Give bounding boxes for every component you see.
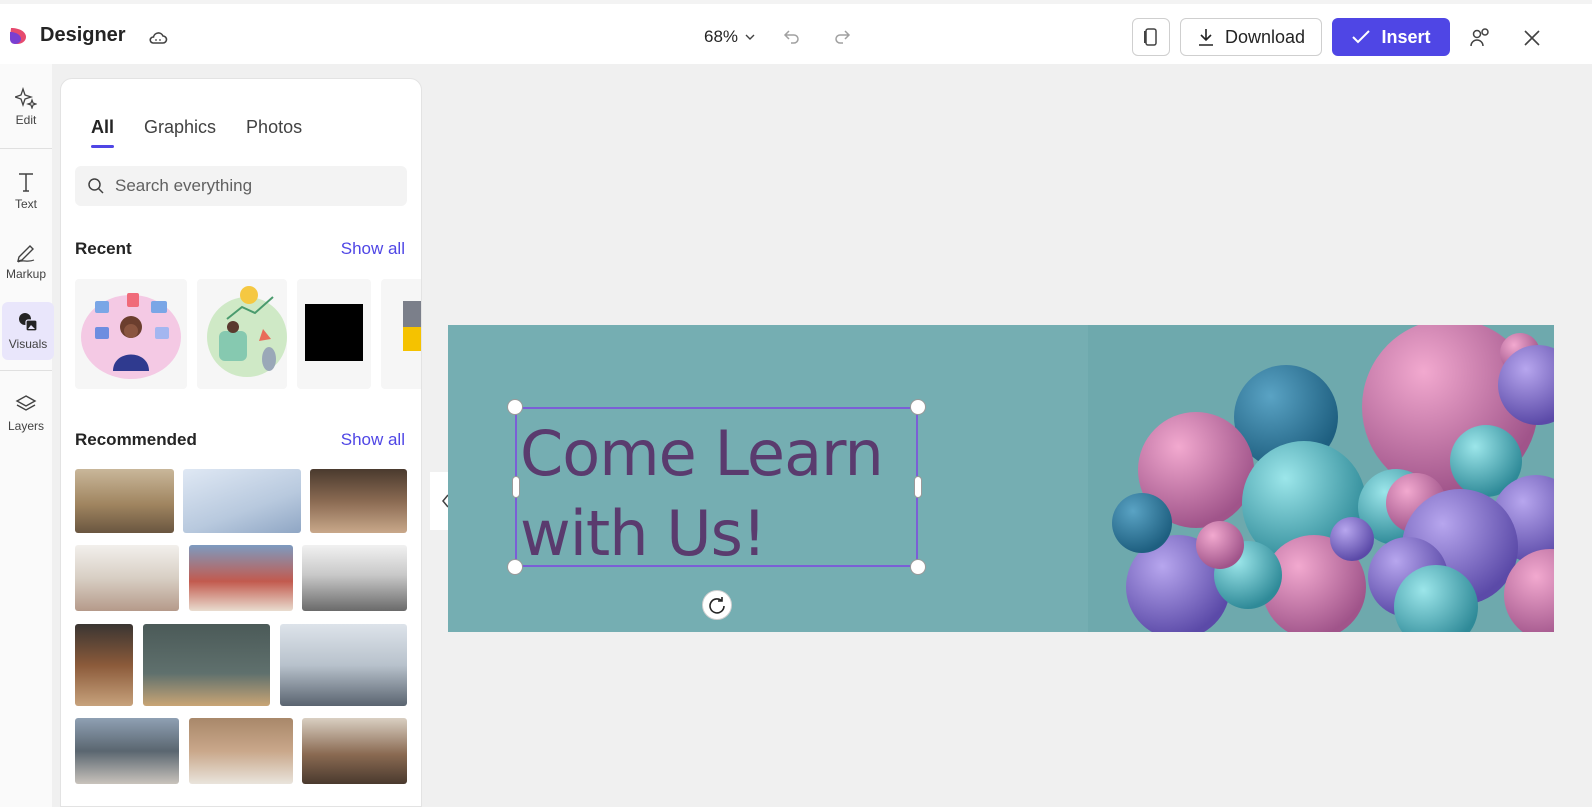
rotate-handle[interactable]: [702, 590, 732, 620]
device-icon: [1144, 28, 1157, 46]
sparkle-icon: [15, 87, 37, 109]
download-button[interactable]: Download: [1180, 18, 1322, 56]
share-people-icon[interactable]: [1468, 26, 1492, 50]
photo-backpacks[interactable]: [75, 624, 133, 706]
photo-girl-writing[interactable]: [189, 545, 293, 611]
insert-button[interactable]: Insert: [1332, 18, 1450, 56]
photo-classroom-teacher[interactable]: [280, 624, 407, 706]
rail-item-visuals[interactable]: Visuals: [2, 302, 54, 360]
zoom-label: 68%: [704, 27, 739, 46]
tab-all[interactable]: All: [91, 117, 115, 148]
close-icon[interactable]: [1522, 28, 1542, 48]
recommended-show-all-link[interactable]: Show all: [341, 430, 405, 450]
resize-handle-bottom-left[interactable]: [507, 559, 523, 575]
visuals-panel: All Graphics Photos Search everything Re…: [60, 78, 422, 807]
resize-handle-bottom-right[interactable]: [910, 559, 926, 575]
resize-handle-top-left[interactable]: [507, 399, 523, 415]
recent-puzzle-graphic[interactable]: [381, 279, 421, 389]
resize-handle-top-right[interactable]: [910, 399, 926, 415]
photo-teacher-student[interactable]: [75, 545, 179, 611]
photo-kids-running[interactable]: [302, 545, 407, 611]
rail-item-edit[interactable]: Edit: [0, 78, 52, 136]
photo-child-plane[interactable]: [183, 469, 301, 533]
tab-graphics[interactable]: Graphics: [144, 117, 216, 148]
layers-icon: [15, 395, 37, 411]
panel-tabs: All Graphics Photos: [91, 117, 302, 148]
recent-title: Recent: [75, 239, 132, 258]
page-size-button[interactable]: [1132, 18, 1170, 56]
insert-label: Insert: [1381, 26, 1431, 47]
selection-box[interactable]: [515, 407, 918, 567]
designer-logo-icon: [10, 28, 26, 44]
search-icon: [88, 178, 104, 194]
top-bar: Designer 68% Download Insert: [0, 0, 1592, 64]
checkmark-icon: [1352, 30, 1371, 44]
resize-handle-left[interactable]: [512, 476, 520, 498]
rotate-icon: [709, 597, 725, 614]
visuals-icon: [19, 313, 38, 332]
rail-label-visuals: Visuals: [8, 337, 48, 351]
photo-raised-hands[interactable]: [310, 469, 407, 533]
photo-library-students[interactable]: [75, 718, 179, 784]
rail-label-text: Text: [14, 197, 37, 211]
download-icon: [1198, 29, 1213, 46]
photo-kids-jumping[interactable]: [75, 469, 174, 533]
recent-graphic-person-chart[interactable]: [197, 279, 287, 389]
recommended-title: Recommended: [75, 430, 197, 449]
rail-item-markup[interactable]: Markup: [0, 232, 52, 290]
download-label: Download: [1224, 26, 1306, 47]
tab-photos[interactable]: Photos: [246, 117, 302, 148]
chevron-down-icon: [745, 34, 755, 40]
resize-handle-right[interactable]: [914, 476, 922, 498]
rail-divider: [0, 370, 52, 371]
recent-black-square[interactable]: [297, 279, 371, 389]
rail-divider: [0, 148, 52, 149]
rail-label-edit: Edit: [15, 113, 37, 127]
cloud-save-icon[interactable]: [148, 28, 168, 48]
app-title: Designer: [40, 24, 126, 46]
left-rail: Edit Text Markup Visuals Layers: [0, 64, 54, 807]
pen-icon: [17, 245, 35, 263]
recent-graphic-woman-icons[interactable]: [75, 279, 187, 389]
rail-item-layers[interactable]: Layers: [0, 384, 52, 442]
rail-item-text[interactable]: Text: [0, 162, 52, 220]
undo-icon[interactable]: [782, 26, 802, 46]
redo-icon[interactable]: [832, 26, 852, 46]
recent-show-all-link[interactable]: Show all: [341, 239, 405, 259]
photo-chalkboard[interactable]: [143, 624, 270, 706]
photo-kids-studying[interactable]: [302, 718, 407, 784]
rail-label-layers: Layers: [7, 419, 45, 433]
search-box[interactable]: Search everything: [75, 166, 407, 206]
text-icon: [19, 173, 33, 192]
zoom-dropdown[interactable]: 68%: [704, 27, 756, 47]
search-placeholder: Search everything: [115, 176, 253, 195]
rail-label-markup: Markup: [5, 267, 46, 281]
photo-group-smiling[interactable]: [189, 718, 293, 784]
